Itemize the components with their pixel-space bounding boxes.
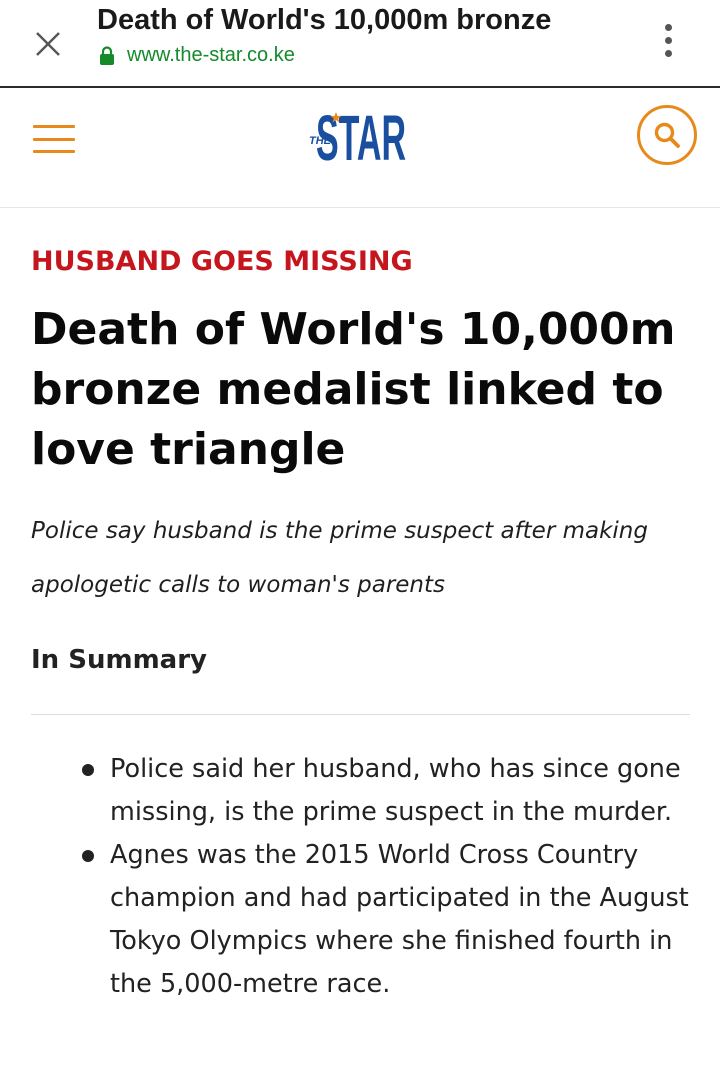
article-standfirst: Police say husband is the prime suspect … <box>31 518 648 598</box>
site-logo[interactable]: STAR THE <box>306 100 416 168</box>
menu-dot <box>664 23 672 31</box>
bullet-icon <box>82 764 94 776</box>
hamburger-line <box>33 125 75 128</box>
search-icon <box>654 122 680 148</box>
url-row[interactable]: www.the-star.co.ke <box>99 44 295 67</box>
close-tab-button[interactable] <box>26 22 70 66</box>
summary-divider <box>31 714 690 715</box>
summary-item: Police said her husband, who has since g… <box>82 748 697 834</box>
search-button[interactable] <box>637 105 697 165</box>
summary-heading: In Summary <box>31 645 207 675</box>
summary-list: Police said her husband, who has since g… <box>82 748 697 1006</box>
url-text: www.the-star.co.ke <box>127 44 295 66</box>
browser-toolbar: Death of World's 10,000m bronze www.the-… <box>0 0 720 88</box>
lock-icon <box>100 45 114 65</box>
more-vert-icon[interactable] <box>652 18 684 62</box>
menu-dot <box>664 36 672 44</box>
menu-dot <box>664 49 672 57</box>
article-headline: Death of World's 10,000m bronze medalist… <box>31 304 676 475</box>
summary-item: Agnes was the 2015 World Cross Country c… <box>82 834 697 1006</box>
close-icon <box>36 32 60 56</box>
browser-page-title: Death of World's 10,000m bronze <box>97 4 552 36</box>
summary-item-text: Police said her husband, who has since g… <box>110 754 681 827</box>
hamburger-menu-icon[interactable] <box>33 124 75 154</box>
summary-item-text: Agnes was the 2015 World Cross Country c… <box>110 840 689 999</box>
article-kicker[interactable]: HUSBAND GOES MISSING <box>31 246 413 277</box>
site-header: STAR THE <box>0 90 720 208</box>
hamburger-line <box>33 150 75 153</box>
logo-small-text: THE <box>309 135 332 147</box>
hamburger-line <box>33 137 75 141</box>
bullet-icon <box>82 850 94 862</box>
